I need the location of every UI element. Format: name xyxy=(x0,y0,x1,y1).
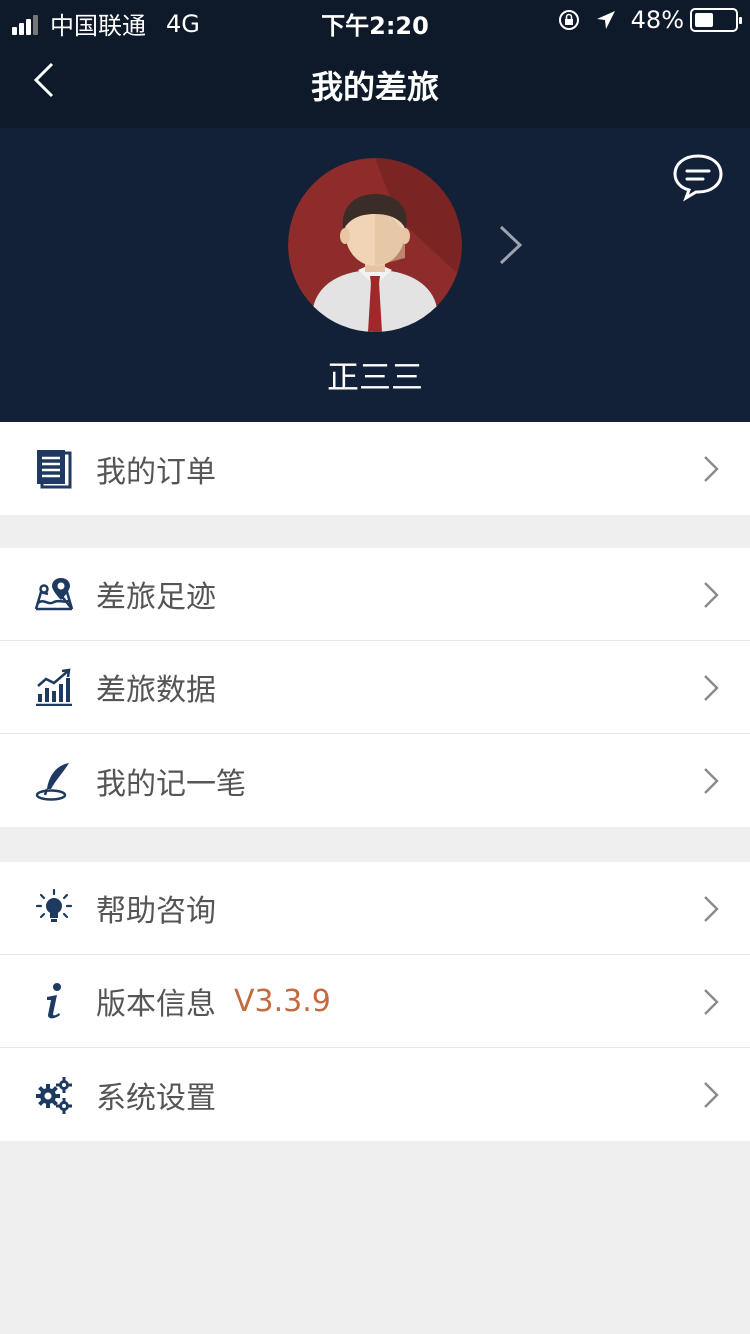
menu-item-help[interactable]: 帮助咨询 xyxy=(0,862,750,955)
info-icon xyxy=(34,981,74,1021)
menu-item-label: 我的订单 xyxy=(96,454,216,490)
bar-chart-icon xyxy=(34,667,74,707)
chat-bubble-icon xyxy=(673,154,723,202)
chevron-right-icon xyxy=(704,896,719,922)
profile-detail-button[interactable] xyxy=(496,224,524,270)
menu-item-version-info[interactable]: 版本信息 V3.3.9 xyxy=(0,955,750,1048)
chevron-right-icon xyxy=(704,456,719,482)
chevron-right-icon xyxy=(704,582,719,608)
page-title: 我的差旅 xyxy=(310,68,439,106)
chevron-right-icon xyxy=(704,675,719,701)
menu-group-orders: 我的订单 xyxy=(0,422,750,515)
nav-bar: 我的差旅 xyxy=(0,42,750,128)
menu-item-travel-data[interactable]: 差旅数据 xyxy=(0,641,750,734)
user-name: 正三三 xyxy=(326,358,423,396)
app-header: 中国联通 4G 下午2:20 48% 我的差旅 xyxy=(0,0,750,128)
feather-pen-icon xyxy=(34,761,74,801)
location-arrow-icon xyxy=(595,9,617,31)
message-button[interactable] xyxy=(672,152,724,206)
version-number: V3.3.9 xyxy=(234,983,331,1019)
menu-group-travel: 差旅足迹 差旅数据 我的记一笔 xyxy=(0,548,750,827)
menu-item-label: 差旅数据 xyxy=(96,673,216,708)
chevron-right-icon xyxy=(704,989,719,1015)
battery-percent: 48% xyxy=(630,6,684,34)
menu-item-label: 我的记一笔 xyxy=(96,766,246,802)
profile-header: 正三三 xyxy=(0,128,750,422)
menu-item-label: 差旅足迹 xyxy=(96,580,216,615)
menu-group-settings: 帮助咨询 版本信息 V3.3.9 系统设置 xyxy=(0,862,750,1141)
menu-item-expense-note[interactable]: 我的记一笔 xyxy=(0,734,750,827)
battery-icon xyxy=(690,8,742,32)
menu-item-label: 帮助咨询 xyxy=(96,894,216,929)
chevron-right-icon xyxy=(704,1082,719,1108)
status-bar: 中国联通 4G 下午2:20 48% xyxy=(0,0,750,42)
map-pin-icon xyxy=(34,574,74,614)
gears-icon xyxy=(34,1075,74,1115)
document-list-icon xyxy=(34,449,74,489)
menu-item-system-settings[interactable]: 系统设置 xyxy=(0,1048,750,1141)
menu-item-label: 版本信息 xyxy=(96,987,216,1022)
menu-item-travel-footprint[interactable]: 差旅足迹 xyxy=(0,548,750,641)
menu-item-label: 系统设置 xyxy=(96,1080,216,1116)
avatar[interactable] xyxy=(288,158,462,332)
chevron-right-icon xyxy=(704,768,719,794)
menu-item-my-orders[interactable]: 我的订单 xyxy=(0,422,750,515)
chevron-right-icon xyxy=(499,225,523,265)
battery-fill xyxy=(695,13,713,27)
rotation-lock-icon xyxy=(557,8,581,32)
lightbulb-icon xyxy=(34,888,74,928)
